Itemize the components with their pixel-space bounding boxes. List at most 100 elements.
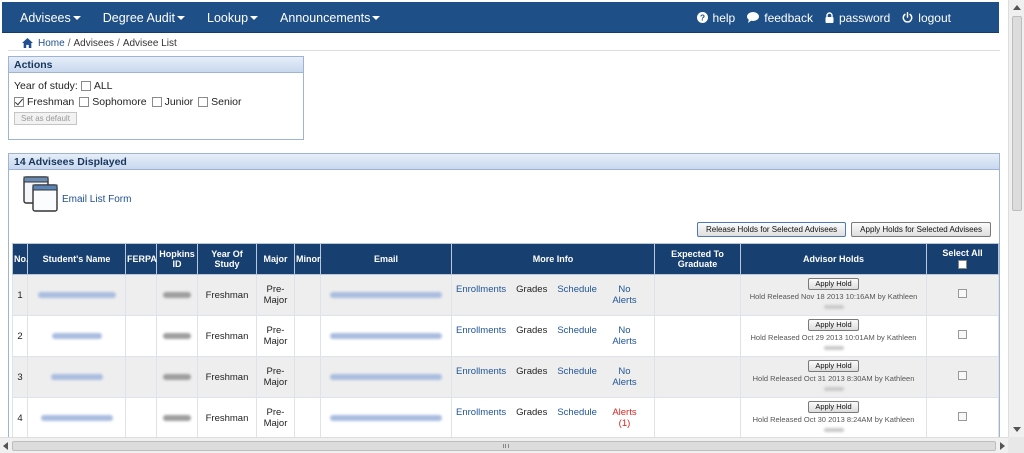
table-row: 1 Freshman Pre-Major Enrollments Grades … bbox=[12, 274, 999, 316]
student-name-link[interactable] bbox=[27, 315, 126, 357]
more-info-cell: Enrollments Grades Schedule No Alerts bbox=[451, 356, 655, 398]
apply-hold-button[interactable]: Apply Hold bbox=[808, 319, 859, 331]
major-cell: Pre-Major bbox=[256, 274, 295, 316]
lock-icon bbox=[825, 12, 834, 23]
alerts-link[interactable]: No Alerts bbox=[607, 325, 642, 347]
horizontal-scrollbar[interactable] bbox=[0, 437, 1008, 453]
year-of-study-row: Year of study: ALL bbox=[14, 80, 113, 92]
hopkins-id-cell bbox=[156, 356, 198, 398]
page-viewport: Advisees Degree Audit Lookup Announcemen… bbox=[0, 0, 1008, 437]
nav-menu-advisees[interactable]: Advisees bbox=[20, 11, 81, 25]
expected-graduate-cell bbox=[654, 397, 741, 437]
grades-link[interactable]: Grades bbox=[516, 366, 547, 388]
scroll-left-icon[interactable] bbox=[3, 442, 8, 450]
apply-hold-button[interactable]: Apply Hold bbox=[808, 278, 859, 290]
grades-link[interactable]: Grades bbox=[516, 284, 547, 306]
student-name-link[interactable] bbox=[27, 397, 126, 437]
nav-menu-lookup[interactable]: Lookup bbox=[207, 11, 259, 25]
email-link[interactable] bbox=[320, 274, 452, 316]
select-all-label: Select All bbox=[942, 247, 983, 258]
select-row-checkbox[interactable] bbox=[958, 289, 967, 298]
email-list-form-link[interactable]: Email List Form bbox=[23, 176, 131, 215]
alerts-link[interactable]: Alerts (1) bbox=[607, 407, 642, 429]
breadcrumb-separator: / bbox=[117, 37, 120, 49]
minor-cell bbox=[294, 356, 321, 398]
release-holds-button[interactable]: Release Holds for Selected Advisees bbox=[696, 222, 847, 237]
student-name-link[interactable] bbox=[27, 356, 126, 398]
scroll-right-icon[interactable] bbox=[1000, 442, 1005, 450]
feedback-link[interactable]: feedback bbox=[747, 11, 813, 25]
grades-link[interactable]: Grades bbox=[516, 325, 547, 347]
schedule-link[interactable]: Schedule bbox=[557, 366, 597, 388]
grades-link[interactable]: Grades bbox=[516, 407, 547, 429]
enrollments-link[interactable]: Enrollments bbox=[456, 284, 506, 306]
select-row-checkbox[interactable] bbox=[958, 371, 967, 380]
minor-cell bbox=[294, 397, 321, 437]
email-link[interactable] bbox=[320, 315, 452, 357]
nav-menu-label: Degree Audit bbox=[102, 10, 176, 25]
all-years-label: ALL bbox=[93, 80, 113, 92]
nav-menu-announcements[interactable]: Announcements bbox=[280, 10, 381, 25]
col-expected-graduate: Expected To Graduate bbox=[654, 243, 741, 275]
scroll-up-icon[interactable] bbox=[1013, 5, 1021, 10]
nav-links: ? help feedback password logout bbox=[685, 2, 951, 33]
table-row: 3 Freshman Pre-Major Enrollments Grades … bbox=[12, 356, 999, 398]
enrollments-link[interactable]: Enrollments bbox=[456, 325, 506, 347]
minor-cell bbox=[294, 315, 321, 357]
select-row-checkbox[interactable] bbox=[958, 412, 967, 421]
col-select-all: Select All bbox=[926, 243, 999, 275]
col-hopkins-id: Hopkins ID bbox=[156, 243, 198, 275]
alerts-link[interactable]: No Alerts bbox=[607, 366, 642, 388]
freshman-checkbox[interactable] bbox=[14, 97, 24, 107]
apply-holds-button[interactable]: Apply Holds for Selected Advisees bbox=[851, 222, 991, 237]
table-row: 4 Freshman Pre-Major Enrollments Grades … bbox=[12, 397, 999, 437]
enrollments-link[interactable]: Enrollments bbox=[456, 366, 506, 388]
hold-status-blur bbox=[823, 346, 844, 350]
all-years-checkbox[interactable] bbox=[80, 81, 91, 91]
sophomore-checkbox[interactable] bbox=[79, 97, 90, 107]
home-icon bbox=[22, 38, 33, 48]
advisor-holds-cell: Apply Hold Hold Released Oct 29 2013 10:… bbox=[740, 315, 927, 357]
senior-label: Senior bbox=[211, 96, 242, 108]
junior-label: Junior bbox=[164, 96, 194, 108]
actions-panel-title: Actions bbox=[9, 57, 303, 73]
alerts-link[interactable]: No Alerts bbox=[607, 284, 642, 306]
schedule-link[interactable]: Schedule bbox=[557, 284, 597, 306]
table-row: 2 Freshman Pre-Major Enrollments Grades … bbox=[12, 315, 999, 357]
set-as-default-button[interactable]: Set as default bbox=[14, 112, 77, 125]
actions-panel: Actions Year of study: ALL Freshman Soph… bbox=[8, 56, 304, 140]
col-no: No. bbox=[12, 243, 29, 275]
col-email: Email bbox=[320, 243, 452, 275]
student-name-link[interactable] bbox=[27, 274, 126, 316]
email-link[interactable] bbox=[320, 356, 452, 398]
breadcrumb-home[interactable]: Home bbox=[38, 38, 65, 49]
password-link[interactable]: password bbox=[825, 11, 890, 25]
enrollments-link[interactable]: Enrollments bbox=[456, 407, 506, 429]
major-cell: Pre-Major bbox=[256, 315, 295, 357]
feedback-icon bbox=[747, 12, 760, 23]
col-student-name[interactable]: Student's Name bbox=[27, 243, 126, 275]
select-row-checkbox[interactable] bbox=[958, 330, 967, 339]
schedule-link[interactable]: Schedule bbox=[557, 407, 597, 429]
junior-checkbox[interactable] bbox=[151, 97, 162, 107]
email-link[interactable] bbox=[320, 397, 452, 437]
help-link[interactable]: ? help bbox=[696, 10, 736, 25]
help-link-label: help bbox=[712, 10, 736, 25]
senior-checkbox[interactable] bbox=[198, 97, 209, 107]
apply-hold-button[interactable]: Apply Hold bbox=[808, 401, 859, 413]
nav-menu-degree-audit[interactable]: Degree Audit bbox=[102, 10, 186, 25]
vertical-scrollbar[interactable] bbox=[1008, 0, 1024, 437]
vertical-scroll-thumb[interactable] bbox=[1012, 16, 1022, 211]
scroll-down-icon[interactable] bbox=[1013, 427, 1021, 432]
schedule-link[interactable]: Schedule bbox=[557, 325, 597, 347]
caret-down-icon bbox=[72, 16, 81, 21]
logout-link[interactable]: logout bbox=[902, 11, 951, 25]
nav-menu-label: Announcements bbox=[280, 10, 371, 25]
nav-menu-label: Advisees bbox=[20, 10, 71, 25]
apply-hold-button[interactable]: Apply Hold bbox=[808, 360, 859, 372]
select-cell bbox=[926, 274, 999, 316]
minor-cell bbox=[294, 274, 321, 316]
expected-graduate-cell bbox=[654, 356, 741, 398]
horizontal-scroll-thumb[interactable] bbox=[12, 441, 996, 451]
select-all-checkbox[interactable] bbox=[958, 259, 967, 269]
